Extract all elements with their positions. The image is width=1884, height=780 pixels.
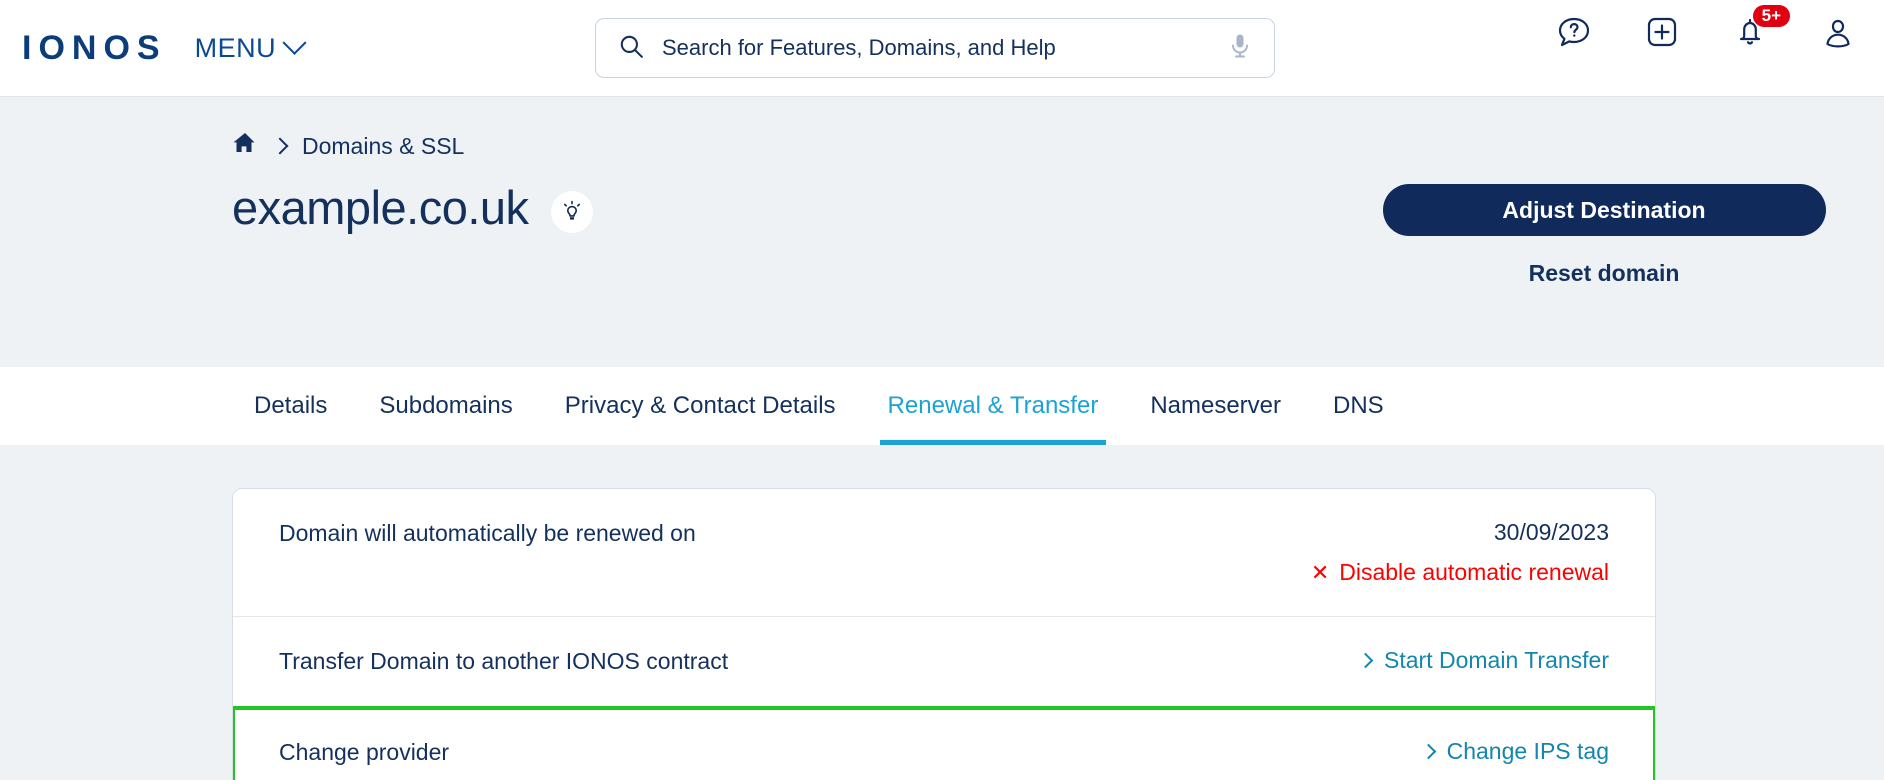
renewal-transfer-card: Domain will automatically be renewed on …	[232, 488, 1656, 780]
tab-nameserver[interactable]: Nameserver	[1124, 367, 1307, 445]
start-domain-transfer-label: Start Domain Transfer	[1384, 647, 1609, 673]
help-chat-icon[interactable]	[1554, 12, 1594, 52]
main-menu-label: MENU	[194, 32, 277, 63]
tab-privacy-contact-details[interactable]: Privacy & Contact Details	[539, 367, 862, 445]
tab-subdomains[interactable]: Subdomains	[353, 367, 538, 445]
microphone-icon[interactable]	[1228, 32, 1252, 65]
chevron-right-icon	[271, 137, 289, 155]
page-header-actions: Adjust Destination Reset domain	[1324, 97, 1884, 287]
main-menu-button[interactable]: MENU	[194, 30, 307, 64]
row-label-transfer-domain: Transfer Domain to another IONOS contrac…	[279, 648, 729, 674]
table-row: Domain will automatically be renewed on …	[233, 489, 1655, 617]
row-label-auto-renewal: Domain will automatically be renewed on	[279, 520, 696, 546]
breadcrumb-item-domains-ssl[interactable]: Domains & SSL	[302, 133, 464, 160]
page-title: example.co.uk	[232, 181, 529, 235]
brand-and-menu: IONOS MENU	[22, 30, 307, 65]
tab-dns[interactable]: DNS	[1307, 367, 1410, 445]
bell-icon[interactable]: 5+	[1730, 5, 1790, 52]
table-row: Change provider Change IPS tag	[233, 705, 1655, 780]
page-header-section: Domains & SSL example.co.uk Adjust Desti…	[0, 97, 1884, 367]
tab-renewal-transfer[interactable]: Renewal & Transfer	[862, 367, 1125, 445]
user-avatar-icon[interactable]	[1818, 12, 1858, 52]
domain-tabs: Details Subdomains Privacy & Contact Det…	[0, 367, 1884, 445]
row-right-auto-renewal: 30/09/2023 ✕ Disable automatic renewal	[1311, 519, 1609, 586]
chevron-down-icon	[282, 30, 307, 55]
change-ips-tag-label: Change IPS tag	[1446, 737, 1609, 764]
disable-automatic-renewal-link[interactable]: ✕ Disable automatic renewal	[1311, 559, 1609, 586]
ionos-logo[interactable]: IONOS	[22, 31, 167, 65]
tab-details[interactable]: Details	[232, 367, 353, 445]
main-content: Domain will automatically be renewed on …	[0, 445, 1884, 780]
renewal-date-value: 30/09/2023	[1493, 519, 1609, 545]
top-header-bar: IONOS MENU Search for Features, Domains,…	[0, 0, 1884, 97]
change-ips-tag-link[interactable]: Change IPS tag	[1420, 737, 1609, 765]
close-x-icon: ✕	[1310, 559, 1330, 585]
home-icon[interactable]	[232, 131, 258, 161]
chevron-right-icon	[1420, 743, 1436, 760]
row-label-change-provider: Change provider	[279, 738, 450, 765]
row-right-transfer-domain: Start Domain Transfer	[1357, 647, 1609, 674]
search-input[interactable]	[660, 34, 1212, 62]
start-domain-transfer-link[interactable]: Start Domain Transfer	[1357, 647, 1609, 674]
plus-square-icon[interactable]	[1642, 12, 1682, 52]
disable-automatic-renewal-label: Disable automatic renewal	[1339, 559, 1609, 585]
adjust-destination-button[interactable]: Adjust Destination	[1382, 184, 1826, 236]
table-row: Transfer Domain to another IONOS contrac…	[233, 617, 1655, 708]
global-search[interactable]	[595, 18, 1275, 78]
lightbulb-icon[interactable]	[550, 191, 593, 233]
header-icon-group: 5+	[1554, 5, 1858, 52]
row-right-change-provider: Change IPS tag	[1420, 737, 1609, 765]
chevron-right-icon	[1357, 652, 1374, 669]
notification-badge: 5+	[1752, 5, 1790, 27]
reset-domain-button[interactable]: Reset domain	[1529, 260, 1680, 287]
search-icon	[618, 33, 644, 64]
